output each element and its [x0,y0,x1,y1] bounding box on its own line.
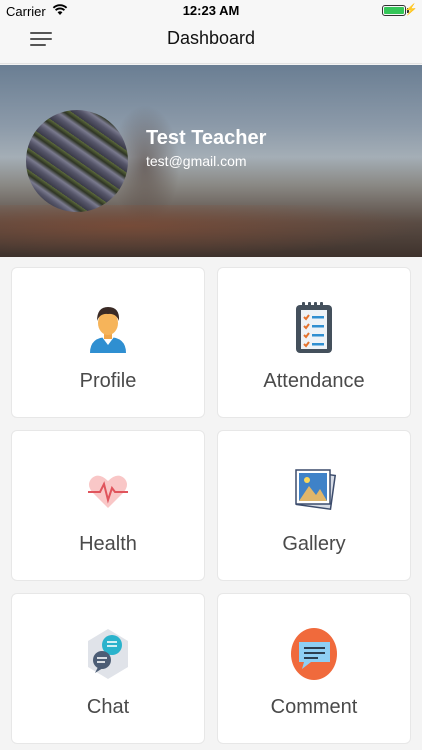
tile-label: Comment [270,696,358,718]
profile-icon [90,307,126,353]
comment-icon [291,628,337,680]
profile-tile[interactable]: Profile [11,267,205,418]
tile-label: Health [79,533,137,555]
tile-label: Attendance [263,370,365,392]
nav-bar: Dashboard [0,22,422,64]
tile-label: Chat [86,696,130,718]
checklist-icon [296,302,332,353]
user-name: Test Teacher [146,127,267,149]
heartbeat-icon [88,475,128,508]
gallery-icon [295,469,336,511]
user-email: test@gmail.com [146,153,247,169]
profile-header: Test Teacher test@gmail.com [0,65,422,257]
charging-icon: ⚡ [404,4,418,16]
chat-icon [88,629,128,679]
attendance-tile[interactable]: Attendance [217,267,411,418]
avatar[interactable] [26,110,128,212]
chat-tile[interactable]: Chat [11,593,205,744]
clock: 12:23 AM [182,3,240,18]
battery-icon [382,5,406,16]
status-bar: Carrier 12:23 AM ⚡ [0,0,422,22]
health-tile[interactable]: Health [11,430,205,581]
comment-tile[interactable]: Comment [217,593,411,744]
page-title: Dashboard [166,28,256,48]
background-shore [0,205,422,257]
tile-label: Gallery [282,533,346,555]
tile-label: Profile [79,370,137,392]
gallery-tile[interactable]: Gallery [217,430,411,581]
